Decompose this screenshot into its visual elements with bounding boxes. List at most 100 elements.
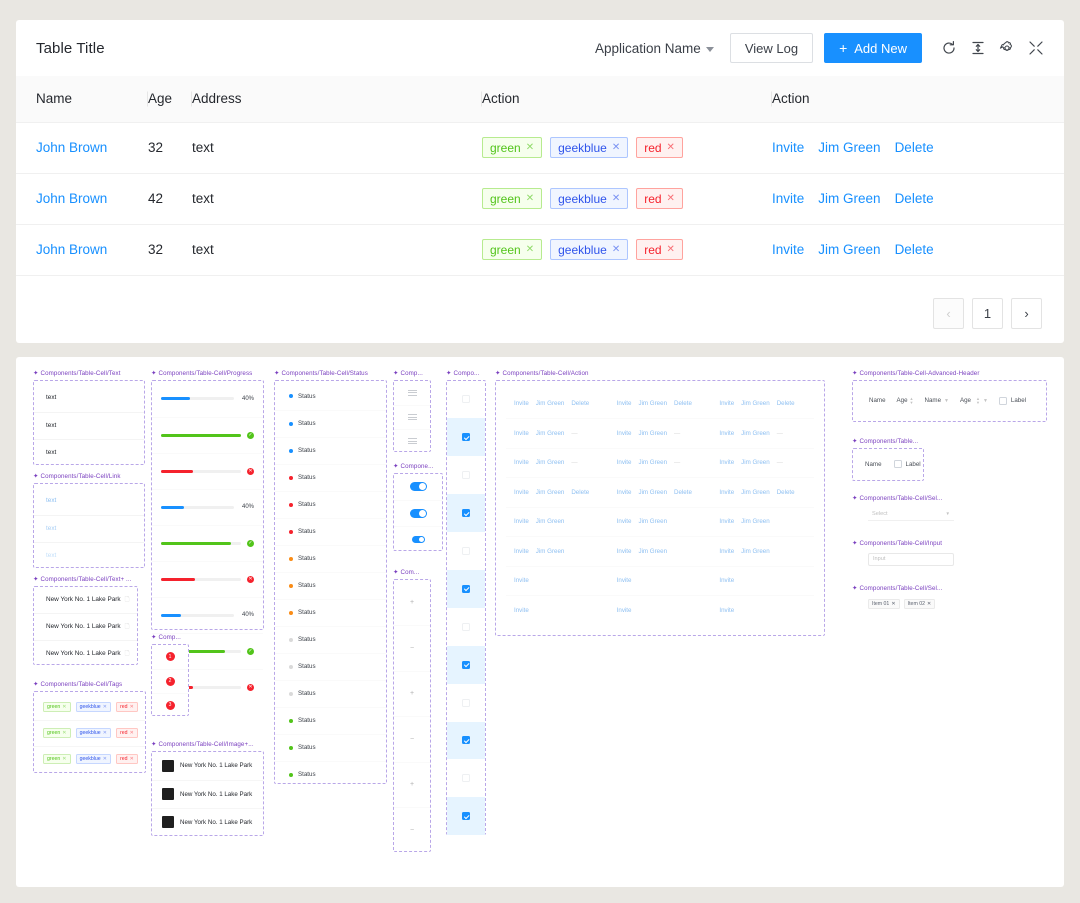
close-icon[interactable]: ✕ (612, 193, 620, 204)
action-link-2[interactable]: Delete (674, 400, 692, 407)
close-icon[interactable]: ✕ (62, 704, 66, 710)
tag-red[interactable]: red ✕ (116, 701, 138, 712)
cell-link[interactable]: text (34, 541, 144, 569)
column-header-action-links[interactable]: Action (772, 76, 1064, 123)
tag-geek[interactable]: geekblue ✕ (550, 188, 629, 209)
checkbox-icon[interactable] (462, 812, 470, 821)
drag-handle-icon[interactable] (407, 414, 417, 420)
tag-green[interactable]: green ✕ (43, 701, 71, 712)
column-header-name[interactable]: Name (16, 76, 148, 123)
action-link-0[interactable]: Invite (514, 548, 529, 555)
action-link-1[interactable]: Jim Green (741, 489, 770, 496)
close-icon[interactable]: ✕ (130, 730, 134, 736)
tag-red[interactable]: red ✕ (636, 188, 683, 209)
checkbox-row[interactable] (447, 418, 485, 457)
close-icon[interactable]: ✕ (130, 704, 134, 710)
copy-icon[interactable]: 🗋 (125, 649, 130, 659)
checkbox-row[interactable] (447, 494, 485, 533)
action-link-2[interactable]: Delete (571, 400, 589, 407)
action-link-1[interactable]: Jim Green (818, 191, 880, 206)
tag-green[interactable]: green ✕ (482, 239, 543, 260)
tag-geek[interactable]: geekblue ✕ (75, 754, 112, 764)
pagination-prev[interactable]: ‹ (933, 297, 964, 329)
collapse-row-icon[interactable]: − (410, 827, 414, 834)
action-link-1[interactable]: Jim Green (638, 518, 667, 525)
action-link-2[interactable]: Delete (674, 489, 692, 496)
tag-red[interactable]: red ✕ (636, 137, 683, 158)
action-link-1[interactable]: Jim Green (741, 518, 770, 525)
tag-green[interactable]: green ✕ (482, 137, 543, 158)
action-link-0[interactable]: Invite (617, 489, 632, 496)
header-item-age-sort-filter[interactable]: Age ▲ ▼ ▼ (960, 396, 988, 405)
toggle-switch[interactable] (409, 482, 427, 491)
checkbox-icon[interactable] (462, 584, 470, 593)
action-link-0[interactable]: Invite (719, 459, 734, 466)
action-link-0[interactable]: Invite (514, 607, 529, 614)
sort-icon[interactable]: ▲ ▼ (910, 396, 914, 405)
action-link-0[interactable]: Invite (514, 400, 529, 407)
close-icon[interactable]: ✕ (130, 756, 134, 762)
checkbox-row[interactable] (447, 569, 485, 608)
tag-red[interactable]: red ✕ (116, 754, 138, 764)
checkbox-row[interactable] (447, 608, 485, 646)
checkbox-icon[interactable] (462, 395, 470, 404)
checkbox-icon[interactable] (462, 622, 470, 631)
checkbox-row[interactable] (447, 759, 485, 797)
action-link-0[interactable]: Invite (514, 577, 529, 584)
action-link-1[interactable]: Jim Green (638, 459, 667, 466)
close-icon[interactable]: ✕ (927, 601, 931, 607)
header-item-age-sort[interactable]: Age ▲ ▼ (897, 396, 914, 405)
select-tag[interactable]: Item 02 ✕ (903, 598, 936, 609)
action-link-1[interactable]: Jim Green (818, 140, 880, 155)
action-link-0[interactable]: Invite (772, 242, 804, 257)
checkbox-icon[interactable] (462, 471, 470, 480)
action-link-2[interactable]: Delete (895, 140, 934, 155)
tag-green[interactable]: green ✕ (482, 188, 543, 209)
action-link-2[interactable]: Delete (777, 400, 795, 407)
close-icon[interactable]: ✕ (667, 193, 675, 204)
tag-geek[interactable]: geekblue ✕ (75, 701, 112, 712)
tag-red[interactable]: red ✕ (636, 239, 683, 260)
application-name-dropdown[interactable]: Application Name (595, 41, 730, 56)
checkbox-row[interactable] (447, 645, 485, 684)
close-icon[interactable]: ✕ (62, 756, 66, 762)
close-icon[interactable]: ✕ (526, 142, 534, 153)
action-link-1[interactable]: Jim Green (818, 242, 880, 257)
close-icon[interactable]: ✕ (612, 244, 620, 255)
action-link-0[interactable]: Invite (719, 518, 734, 525)
action-link-1[interactable]: Jim Green (741, 430, 770, 437)
column-header-age[interactable]: Age (148, 76, 192, 123)
select-input[interactable]: Select ▼ (868, 508, 954, 521)
checkbox-icon[interactable] (462, 736, 470, 745)
select-tag[interactable]: Item 01 ✕ (868, 598, 900, 609)
filter-icon[interactable]: ▼ (944, 398, 949, 404)
text-input[interactable]: Input (868, 552, 954, 566)
action-link-0[interactable]: Invite (617, 548, 632, 555)
checkbox-icon[interactable] (462, 433, 470, 442)
action-link-2[interactable]: Delete (777, 489, 795, 496)
checkbox-icon[interactable] (462, 698, 470, 707)
filter-icon[interactable]: ▼ (983, 398, 988, 404)
action-link-1[interactable]: Jim Green (536, 459, 565, 466)
checkbox-row[interactable] (447, 456, 485, 494)
close-icon[interactable]: ✕ (891, 601, 895, 607)
action-link-1[interactable]: Jim Green (536, 400, 565, 407)
compress-icon[interactable] (1027, 40, 1044, 57)
action-link-0[interactable]: Invite (719, 577, 734, 584)
add-new-button[interactable]: + Add New (824, 33, 922, 63)
column-header-address[interactable]: Address (192, 76, 482, 123)
column-header-action-tags[interactable]: Action (482, 76, 772, 123)
action-link-1[interactable]: Jim Green (741, 548, 770, 555)
action-link-0[interactable]: Invite (617, 518, 632, 525)
expand-row-icon[interactable]: + (410, 781, 414, 788)
tag-green[interactable]: green ✕ (43, 754, 71, 764)
drag-handle-icon[interactable] (407, 389, 417, 396)
action-link-0[interactable]: Invite (514, 518, 529, 525)
close-icon[interactable]: ✕ (612, 142, 620, 153)
checkbox-icon[interactable] (462, 509, 470, 518)
action-link-0[interactable]: Invite (772, 140, 804, 155)
action-link-1[interactable]: Jim Green (536, 518, 565, 525)
action-link-0[interactable]: Invite (617, 607, 632, 614)
tag-geek[interactable]: geekblue ✕ (550, 239, 629, 260)
action-link-1[interactable]: Jim Green (638, 430, 667, 437)
